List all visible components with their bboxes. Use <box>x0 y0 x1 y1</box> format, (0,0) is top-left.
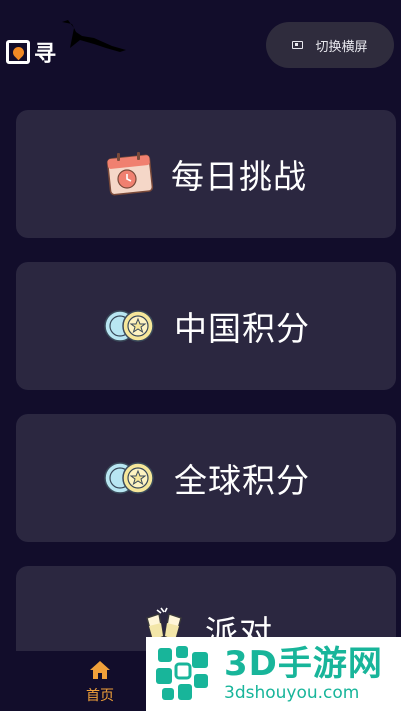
watermark-url: 3dshouyou.com <box>224 683 360 703</box>
daily-challenge-card[interactable]: 每日挑战 <box>16 110 396 238</box>
china-score-card[interactable]: 中国积分 <box>16 262 396 390</box>
home-icon <box>90 661 110 679</box>
daily-challenge-label: 每日挑战 <box>171 157 307 196</box>
coins-icon <box>102 308 158 344</box>
global-score-card[interactable]: 全球积分 <box>16 414 396 542</box>
redaction-scribble <box>62 20 126 52</box>
nav-home-tab[interactable]: 首页 <box>70 659 130 711</box>
china-score-label: 中国积分 <box>174 309 310 348</box>
watermark-logo-icon <box>156 646 208 700</box>
watermark-title: 3D手游网 <box>224 644 383 684</box>
screen-rotate-icon <box>292 41 304 49</box>
calendar-icon <box>105 151 155 197</box>
switch-landscape-button[interactable]: 切换横屏 <box>266 22 394 68</box>
app-header: 寻 切换横屏 <box>0 0 401 90</box>
location-pin-icon <box>6 40 30 64</box>
global-score-label: 全球积分 <box>174 461 310 500</box>
coins-icon <box>102 460 158 496</box>
watermark: 3D手游网 3dshouyou.com <box>146 637 401 711</box>
nav-home-label: 首页 <box>86 688 114 704</box>
logo-text: 寻 <box>34 42 57 67</box>
app-logo: 寻 <box>6 36 56 68</box>
switch-landscape-label: 切换横屏 <box>315 39 368 55</box>
